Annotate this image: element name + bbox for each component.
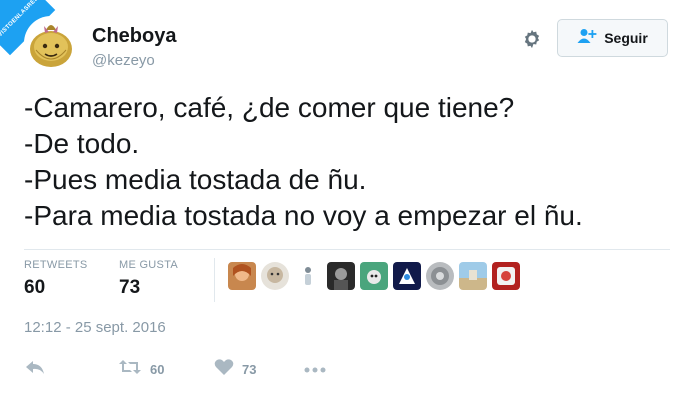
more-icon (303, 362, 327, 380)
liker-avatar[interactable] (393, 262, 421, 290)
heart-icon (214, 358, 234, 381)
liker-avatar[interactable] (327, 262, 355, 290)
retweets-stat[interactable]: RETWEETS 60 (24, 259, 88, 299)
liker-avatar[interactable] (294, 262, 322, 290)
retweet-button[interactable]: 60 (118, 358, 164, 381)
display-name[interactable]: Cheboya (92, 25, 176, 48)
retweet-count: 60 (150, 362, 165, 377)
retweets-count: 60 (24, 277, 46, 298)
retweets-label: RETWEETS (24, 259, 88, 271)
stats-separator (214, 258, 215, 302)
tweet-timestamp[interactable]: 12:12 - 25 sept. 2016 (24, 319, 166, 336)
avatar[interactable] (24, 16, 78, 70)
more-button[interactable] (303, 362, 327, 380)
likes-stat[interactable]: ME GUSTA 73 (119, 259, 178, 299)
tweet-line: -Camarero, café, ¿de comer que tiene? (24, 92, 515, 123)
user-handle[interactable]: @kezeyo (92, 52, 155, 69)
gear-icon[interactable] (521, 28, 543, 50)
follow-button-label: Seguir (604, 30, 648, 46)
like-count: 73 (242, 362, 257, 377)
follow-button[interactable]: Seguir (557, 19, 668, 57)
liker-avatar[interactable] (459, 262, 487, 290)
tweet-text: -Camarero, café, ¿de comer que tiene? -D… (24, 90, 583, 234)
add-user-icon (577, 28, 597, 49)
liker-avatar[interactable] (360, 262, 388, 290)
tweet-line: -De todo. (24, 128, 140, 159)
liker-avatar[interactable] (228, 262, 256, 290)
stats-top-divider (24, 249, 670, 250)
reply-icon (24, 358, 46, 381)
like-button[interactable]: 73 (214, 358, 256, 381)
liker-avatar[interactable] (492, 262, 520, 290)
avatar-onion-image (24, 16, 78, 70)
likes-label: ME GUSTA (119, 259, 179, 271)
tweet-line: -Para media tostada no voy a empezar el … (24, 200, 583, 231)
likers-avatars (228, 262, 520, 290)
liker-avatar[interactable] (426, 262, 454, 290)
retweet-icon (118, 358, 142, 381)
reply-button[interactable] (24, 358, 46, 381)
tweet-line: -Pues media tostada de ñu. (24, 164, 367, 195)
likes-count: 73 (119, 277, 141, 298)
liker-avatar[interactable] (261, 262, 289, 290)
